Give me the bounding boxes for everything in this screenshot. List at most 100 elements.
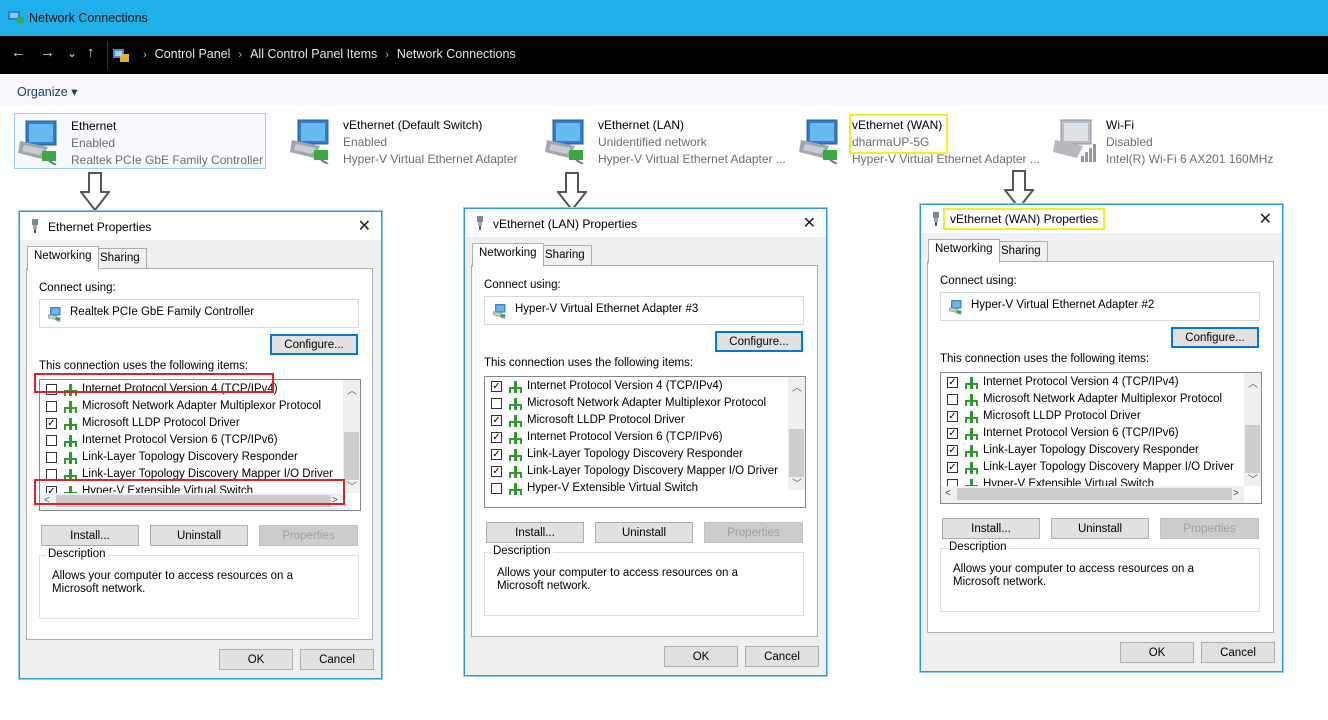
- properties-button[interactable]: Properties: [704, 522, 803, 543]
- scroll-down-icon[interactable]: ﹀: [347, 478, 357, 493]
- item-checkbox[interactable]: ✓: [491, 449, 502, 460]
- close-icon[interactable]: ✕: [1259, 209, 1272, 229]
- list-item[interactable]: Hyper-V Extensible Virtual Switch: [485, 480, 785, 497]
- item-checkbox[interactable]: [947, 394, 958, 405]
- vertical-scrollbar[interactable]: ︿ ﹀: [788, 377, 805, 490]
- breadcrumb-all-items[interactable]: All Control Panel Items: [250, 47, 377, 61]
- list-item[interactable]: ✓ Link-Layer Topology Discovery Responder: [941, 442, 1241, 459]
- connection-vethernet-default-switch[interactable]: vEthernet (Default Switch) Enabled Hyper…: [287, 113, 527, 167]
- tab-sharing[interactable]: Sharing: [93, 248, 147, 269]
- recent-locations-button[interactable]: ⌄: [67, 46, 77, 60]
- item-label: Internet Protocol Version 6 (TCP/IPv6): [82, 434, 278, 446]
- address-field[interactable]: › Control Panel › All Control Panel Items › N…: [107, 41, 1328, 69]
- list-item[interactable]: Microsoft Network Adapter Multiplexor Pr…: [941, 391, 1241, 408]
- list-item[interactable]: ✓ Internet Protocol Version 4 (TCP/IPv4): [941, 374, 1241, 391]
- scroll-down-icon[interactable]: ﹀: [792, 475, 802, 490]
- horizontal-scrollbar[interactable]: < >: [941, 486, 1244, 503]
- properties-button[interactable]: Properties: [1160, 518, 1259, 539]
- item-checkbox[interactable]: [46, 435, 57, 446]
- scroll-down-icon[interactable]: ﹀: [1248, 471, 1258, 486]
- list-item[interactable]: Internet Protocol Version 6 (TCP/IPv6): [40, 432, 340, 449]
- item-checkbox[interactable]: ✓: [491, 415, 502, 426]
- list-item[interactable]: Microsoft Network Adapter Multiplexor Pr…: [485, 395, 785, 412]
- item-checkbox[interactable]: ✓: [491, 466, 502, 477]
- list-item[interactable]: ✓ Link-Layer Topology Discovery Responder: [485, 446, 785, 463]
- item-checkbox[interactable]: ✓: [491, 432, 502, 443]
- item-checkbox[interactable]: [46, 401, 57, 412]
- configure-button[interactable]: Configure...: [270, 334, 358, 355]
- tab-sharing[interactable]: Sharing: [994, 241, 1048, 262]
- close-icon[interactable]: ✕: [358, 216, 371, 236]
- uninstall-button[interactable]: Uninstall: [150, 525, 248, 546]
- install-button[interactable]: Install...: [41, 525, 139, 546]
- configure-button[interactable]: Configure...: [715, 331, 803, 352]
- scroll-up-icon[interactable]: ︿: [792, 379, 802, 394]
- scroll-thumb[interactable]: [957, 488, 1232, 500]
- description-text: Allows your computer to access resources…: [497, 567, 738, 592]
- item-checkbox[interactable]: ✓: [947, 377, 958, 388]
- list-item[interactable]: ✓ Microsoft LLDP Protocol Driver: [485, 412, 785, 429]
- item-checkbox[interactable]: [491, 398, 502, 409]
- connection-ethernet[interactable]: Ethernet Enabled Realtek PCIe GbE Family…: [14, 113, 266, 169]
- item-checkbox[interactable]: ✓: [947, 445, 958, 456]
- items-list[interactable]: ✓ Internet Protocol Version 4 (TCP/IPv4) …: [484, 376, 806, 508]
- scroll-thumb[interactable]: [789, 429, 804, 477]
- list-item[interactable]: ✓ Internet Protocol Version 6 (TCP/IPv6): [485, 429, 785, 446]
- uninstall-button[interactable]: Uninstall: [1051, 518, 1149, 539]
- install-button[interactable]: Install...: [942, 518, 1040, 539]
- forward-button[interactable]: →: [40, 44, 55, 61]
- cancel-button[interactable]: Cancel: [1201, 642, 1275, 663]
- configure-button[interactable]: Configure...: [1171, 327, 1259, 348]
- tab-networking[interactable]: Networking: [27, 246, 99, 270]
- ok-button[interactable]: OK: [664, 646, 738, 667]
- item-checkbox[interactable]: ✓: [947, 428, 958, 439]
- up-button[interactable]: ↑: [87, 44, 95, 61]
- back-button[interactable]: ←: [11, 44, 26, 61]
- list-item[interactable]: ✓ Internet Protocol Version 4 (TCP/IPv4): [485, 378, 785, 395]
- scroll-thumb[interactable]: [344, 432, 359, 480]
- item-checkbox[interactable]: [491, 483, 502, 494]
- scroll-thumb[interactable]: [1245, 425, 1260, 473]
- cancel-button[interactable]: Cancel: [300, 649, 374, 670]
- list-item[interactable]: ✓ Microsoft LLDP Protocol Driver: [941, 408, 1241, 425]
- item-checkbox[interactable]: ✓: [46, 418, 57, 429]
- tab-networking[interactable]: Networking: [472, 243, 544, 267]
- vertical-scrollbar[interactable]: ︿ ﹀: [1244, 373, 1261, 486]
- breadcrumb-control-panel[interactable]: Control Panel: [155, 47, 231, 61]
- vertical-scrollbar[interactable]: ︿ ﹀: [343, 380, 360, 493]
- list-item[interactable]: ✓ Link-Layer Topology Discovery Mapper I/…: [485, 463, 785, 480]
- item-checkbox[interactable]: [46, 452, 57, 463]
- scroll-left-icon[interactable]: <: [945, 488, 951, 499]
- list-item[interactable]: ✓ Microsoft LLDP Protocol Driver: [40, 415, 340, 432]
- ok-button[interactable]: OK: [219, 649, 293, 670]
- properties-button[interactable]: Properties: [259, 525, 358, 546]
- items-list[interactable]: ✓ Internet Protocol Version 4 (TCP/IPv4) …: [940, 372, 1262, 504]
- ok-button[interactable]: OK: [1120, 642, 1194, 663]
- connection-adapter: Hyper-V Virtual Ethernet Adapter ...: [852, 152, 1040, 166]
- vethernet-wan-properties-dialog: vEthernet (WAN) Properties ✕ Networking …: [920, 204, 1283, 672]
- close-icon[interactable]: ✕: [803, 213, 816, 233]
- organize-button[interactable]: Organize ▾: [17, 84, 77, 99]
- list-item[interactable]: Link-Layer Topology Discovery Responder: [40, 449, 340, 466]
- scroll-right-icon[interactable]: >: [1233, 488, 1239, 499]
- install-button[interactable]: Install...: [486, 522, 584, 543]
- list-item[interactable]: ✓ Internet Protocol Version 6 (TCP/IPv6): [941, 425, 1241, 442]
- scroll-up-icon[interactable]: ︿: [347, 382, 357, 397]
- scroll-up-icon[interactable]: ︿: [1248, 375, 1258, 390]
- list-item[interactable]: ✓ Link-Layer Topology Discovery Mapper I/…: [941, 459, 1241, 476]
- cancel-button[interactable]: Cancel: [745, 646, 819, 667]
- uninstall-button[interactable]: Uninstall: [595, 522, 693, 543]
- connection-vethernet-lan[interactable]: vEthernet (LAN) Unidentified network Hyp…: [542, 113, 786, 167]
- connection-adapter: Intel(R) Wi-Fi 6 AX201 160MHz: [1106, 152, 1274, 166]
- item-checkbox[interactable]: ✓: [947, 411, 958, 422]
- item-checkbox[interactable]: ✓: [491, 381, 502, 392]
- connection-vethernet-wan[interactable]: vEthernet (WAN) dharmaUP-5G Hyper-V Virt…: [796, 113, 1041, 167]
- network-adapter-icon: [947, 299, 965, 315]
- item-checkbox[interactable]: ✓: [947, 462, 958, 473]
- list-item[interactable]: Microsoft Network Adapter Multiplexor Pr…: [40, 398, 340, 415]
- breadcrumb-network-connections[interactable]: Network Connections: [397, 47, 516, 61]
- connection-wifi[interactable]: Wi-Fi Disabled Intel(R) Wi-Fi 6 AX201 16…: [1050, 113, 1290, 167]
- item-label: Internet Protocol Version 4 (TCP/IPv4): [983, 376, 1179, 388]
- tab-networking[interactable]: Networking: [928, 239, 1000, 263]
- tab-sharing[interactable]: Sharing: [538, 245, 592, 266]
